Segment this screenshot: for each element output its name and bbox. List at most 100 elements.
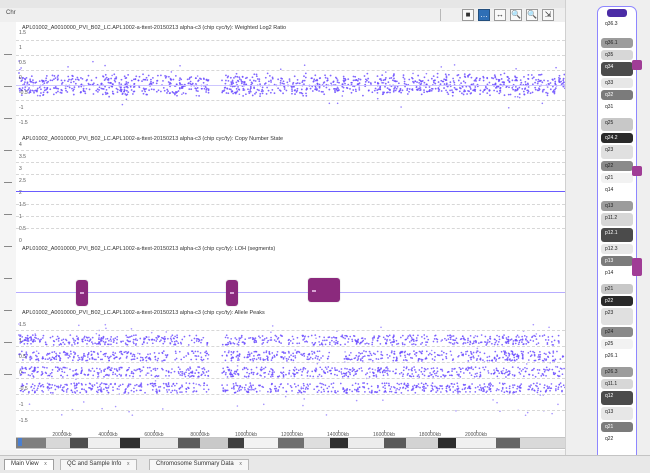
allele-peak-point	[248, 355, 251, 357]
allele-peak-point	[324, 384, 327, 387]
zoom-out-button[interactable]: 🔍	[526, 9, 538, 21]
ideogram-band[interactable]: q22	[601, 161, 633, 171]
ideogram-band[interactable]: q13	[601, 407, 633, 420]
zoom-in-button[interactable]: 🔍	[510, 9, 522, 21]
ideogram-band[interactable]: q36.3	[601, 19, 633, 36]
ideogram-band[interactable]: q23	[601, 145, 633, 159]
ideogram-band[interactable]: q34	[601, 62, 633, 76]
log2-ratio-point	[46, 87, 49, 90]
allele-peak-point	[390, 390, 393, 393]
log2-ratio-point	[243, 81, 246, 83]
log2-ratio-point	[258, 80, 261, 83]
allele-peak-point	[154, 380, 157, 382]
log2-ratio-point	[442, 80, 445, 83]
ideogram-band[interactable]: p12.1	[601, 228, 633, 242]
chromosome-view[interactable]: APL01002_A0010000_PVI_B02_LC.APL1002-a-t…	[16, 22, 565, 450]
loh-segment[interactable]	[76, 280, 88, 306]
allele-peak-point	[441, 358, 444, 361]
allele-peak-point	[181, 374, 183, 377]
log2-ratio-point	[221, 79, 223, 82]
allele-peak-point	[20, 350, 23, 353]
allele-peak-point	[304, 388, 307, 390]
ideogram-marker[interactable]	[632, 258, 642, 276]
allele-peak-point	[197, 375, 200, 378]
ideogram-band[interactable]: q21	[601, 422, 633, 432]
ideogram-band[interactable]: p13	[601, 256, 633, 266]
loh-segment[interactable]	[226, 280, 238, 306]
log2-ratio-point	[277, 78, 280, 81]
loh-segment[interactable]	[308, 278, 340, 302]
ideogram-band[interactable]: p24	[601, 327, 633, 337]
allele-peak-point	[413, 340, 415, 342]
allele-peak-point	[129, 352, 132, 355]
log2-ratio-point	[549, 82, 552, 84]
y-label: 1.5	[19, 202, 26, 208]
ideogram-marker[interactable]	[632, 166, 642, 176]
log2-ratio-point	[507, 93, 510, 96]
allele-peak-point	[291, 390, 293, 392]
log2-ratio-point	[329, 74, 332, 77]
ruler-band	[244, 438, 278, 448]
tab-main-view[interactable]: Main View x	[4, 459, 54, 470]
ideogram-band[interactable]: q33	[601, 78, 633, 88]
allele-peak-point	[520, 370, 523, 372]
allele-peak-point	[236, 368, 239, 371]
ideogram-band[interactable]: p11.2	[601, 213, 633, 226]
log2-ratio-point	[511, 86, 514, 89]
ideogram-band[interactable]: p26.3	[601, 367, 633, 377]
allele-peak-point	[48, 387, 51, 390]
ideogram-band[interactable]: q24.2	[601, 133, 633, 143]
zoom-fit-button[interactable]: ■	[462, 9, 474, 21]
allele-peak-point	[551, 355, 554, 358]
close-icon[interactable]: x	[239, 461, 242, 467]
log2-ratio-point	[82, 87, 85, 90]
log2-ratio-point	[198, 95, 200, 97]
ideogram-band[interactable]: q25	[601, 118, 633, 131]
ideogram-band[interactable]: q31	[601, 102, 633, 116]
ideogram-band[interactable]: p23	[601, 308, 633, 325]
ideogram-band[interactable]: q14	[601, 185, 633, 199]
allele-peak-point	[271, 357, 274, 360]
ideogram-band[interactable]: q12	[601, 391, 633, 405]
pan-button[interactable]: ↔	[494, 9, 506, 21]
allele-peak-point	[274, 334, 277, 337]
ideogram-band[interactable]: p21	[601, 284, 633, 294]
ideogram-band[interactable]: p12.3	[601, 244, 633, 254]
ideogram-band[interactable]: p14	[601, 268, 633, 282]
allele-peak-point	[361, 357, 364, 359]
ideogram-band[interactable]: q11.1	[601, 379, 633, 389]
allele-peak-point	[427, 375, 430, 378]
ideogram-band[interactable]: q22	[601, 434, 633, 448]
allele-peak-point	[139, 375, 141, 377]
tab-qc-and-sample-info[interactable]: QC and Sample Info x	[60, 459, 137, 470]
ideogram-band[interactable]: p22	[601, 296, 633, 306]
highlight-mode-button[interactable]: …	[478, 9, 490, 21]
allele-peak-point	[50, 358, 53, 361]
ideogram-band[interactable]: p26.1	[601, 351, 633, 365]
allele-peak-point	[63, 371, 66, 374]
ideogram-band[interactable]: q13	[601, 201, 633, 211]
tab-chromosome-summary[interactable]: Chromosome Summary Data x	[149, 459, 249, 470]
allele-peak-point	[66, 387, 69, 390]
allele-peak-point	[292, 338, 295, 341]
chromosome-ruler[interactable]	[16, 437, 565, 449]
allele-peak-point	[284, 352, 287, 354]
close-icon[interactable]: x	[44, 461, 47, 467]
ideogram-marker[interactable]	[632, 60, 642, 70]
allele-peak-point	[504, 371, 507, 374]
log2-ratio-point	[254, 80, 257, 82]
detach-button[interactable]: ⇲	[542, 9, 554, 21]
close-icon[interactable]: x	[127, 461, 130, 467]
chromosome-ideogram[interactable]: q36.3 q36.1 q35 q34 q33 q32 q31 q25 q24.2 q23 q22 q…	[597, 6, 637, 466]
allele-peak-point	[43, 366, 46, 369]
ideogram-band[interactable]: q35	[601, 50, 633, 60]
ideogram-band[interactable]: q36.1	[601, 38, 633, 48]
ideogram-band[interactable]: q21	[601, 173, 633, 183]
ruler-scroll-thumb[interactable]	[18, 438, 22, 446]
allele-peak-point	[495, 358, 498, 361]
allele-peak-point	[233, 388, 235, 390]
ideogram-band[interactable]: q32	[601, 90, 633, 100]
ideogram-band[interactable]: p25	[601, 339, 633, 349]
allele-peak-point	[413, 350, 415, 353]
log2-ratio-point	[270, 81, 272, 83]
